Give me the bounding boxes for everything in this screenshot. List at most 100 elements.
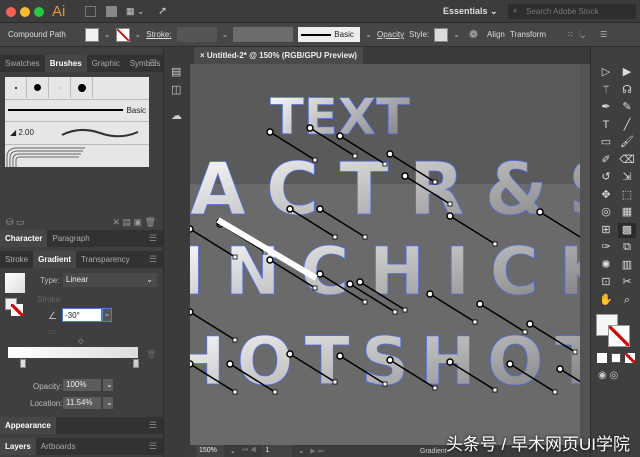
gradient-end-handle[interactable] bbox=[312, 157, 318, 163]
gradient-origin-handle[interactable] bbox=[446, 212, 454, 220]
gradient-origin-handle[interactable] bbox=[506, 360, 514, 368]
chevron-down-icon[interactable]: ⌄ bbox=[365, 30, 372, 39]
direct-selection-tool[interactable]: ▷ bbox=[597, 65, 615, 80]
free-transform-tool[interactable]: ⬚ bbox=[618, 188, 636, 203]
gradient-end-handle[interactable] bbox=[232, 254, 238, 260]
rectangle-tool[interactable]: ▭ bbox=[597, 135, 615, 150]
gradient-origin-handle[interactable] bbox=[356, 278, 364, 286]
gradient-origin-handle[interactable] bbox=[286, 350, 294, 358]
location-input[interactable]: 11.54% bbox=[63, 397, 101, 409]
gradient-origin-handle[interactable] bbox=[190, 308, 194, 316]
tab-layers[interactable]: Layers bbox=[0, 438, 36, 455]
stroke-label[interactable]: Stroke: bbox=[146, 30, 171, 39]
gradient-origin-handle[interactable] bbox=[316, 270, 324, 278]
angle-dropdown[interactable]: ⌄ bbox=[102, 308, 112, 322]
stock-search-input[interactable]: ⌕ Search Adobe Stock bbox=[508, 4, 636, 19]
gradient-end-handle[interactable] bbox=[232, 337, 238, 343]
chevron-down-icon[interactable]: ⌄ bbox=[135, 30, 142, 39]
gradient-type-select[interactable]: Linear ⌄ bbox=[63, 273, 157, 287]
location-dropdown[interactable]: ⌄ bbox=[103, 397, 113, 409]
gradient-origin-handle[interactable] bbox=[190, 360, 194, 368]
opacity-link[interactable]: Opacity bbox=[377, 30, 404, 39]
shaper-tool[interactable]: ✐ bbox=[597, 153, 615, 168]
gradient-origin-handle[interactable] bbox=[266, 128, 274, 136]
slice-tool[interactable]: ✂ bbox=[618, 275, 636, 290]
rotate-tool[interactable]: ↺ bbox=[597, 170, 615, 185]
stroke-weight-input[interactable] bbox=[176, 27, 217, 42]
mesh-tool[interactable]: ⊞ bbox=[597, 223, 615, 238]
artboard-tool[interactable]: ⊡ bbox=[597, 275, 615, 290]
perspective-tool[interactable]: ▦ bbox=[618, 205, 636, 220]
tab-graphic-styles[interactable]: Graphic bbox=[87, 55, 125, 72]
gradient-origin-handle[interactable] bbox=[386, 356, 394, 364]
rocket-icon[interactable]: ➚ bbox=[158, 4, 167, 17]
tab-transparency[interactable]: Transparency bbox=[76, 251, 135, 268]
artboard-next-icon[interactable]: ▶ ⏭ bbox=[310, 447, 324, 456]
artwork-word[interactable]: HOTSHOT bbox=[190, 323, 580, 401]
gradient-origin-handle[interactable] bbox=[286, 205, 294, 213]
column-graph-tool[interactable]: ▥ bbox=[618, 258, 636, 273]
gradient-origin-handle[interactable] bbox=[226, 360, 234, 368]
tab-appearance[interactable]: Appearance bbox=[0, 417, 56, 434]
panel-menu-icon[interactable]: ☰ bbox=[149, 254, 157, 265]
brush-definition[interactable]: Basic bbox=[298, 27, 361, 42]
stroke-swatch[interactable] bbox=[115, 27, 130, 42]
recolor-icon[interactable]: ❁ bbox=[469, 28, 478, 41]
variable-width-profile[interactable] bbox=[233, 27, 294, 42]
brush-libraries-icon[interactable]: ⛁ ▭ bbox=[6, 217, 25, 228]
gradient-mode-button[interactable] bbox=[611, 353, 621, 363]
tab-character[interactable]: Character bbox=[0, 230, 48, 247]
selection-tool[interactable]: ▶ bbox=[618, 65, 636, 80]
none-mode-button[interactable] bbox=[625, 353, 635, 363]
artwork-word[interactable]: INCHICK bbox=[190, 233, 580, 311]
gradient-origin-handle[interactable] bbox=[426, 290, 434, 298]
current-tool-status[interactable]: Gradient bbox=[420, 448, 447, 455]
zoom-tool[interactable]: ⌕ bbox=[618, 293, 636, 308]
maximize-button[interactable] bbox=[34, 7, 44, 17]
gradient-stop-right[interactable] bbox=[133, 359, 139, 368]
isolate-icon[interactable]: ⁙ bbox=[567, 30, 574, 39]
document-tab[interactable]: × Untitled-2* @ 150% (RGB/GPU Preview) bbox=[194, 47, 363, 64]
gradient-end-handle[interactable] bbox=[522, 329, 528, 335]
gradient-end-handle[interactable] bbox=[382, 161, 388, 167]
panel-menu-icon[interactable]: ☰ bbox=[600, 30, 607, 39]
gradient-origin-handle[interactable] bbox=[336, 352, 344, 360]
pathfinder-icon[interactable]: ◫ bbox=[171, 83, 181, 96]
gradient-end-handle[interactable] bbox=[492, 387, 498, 393]
close-button[interactable] bbox=[6, 7, 16, 17]
gradient-end-handle[interactable] bbox=[472, 319, 478, 325]
blend-tool[interactable]: ⧉ bbox=[618, 240, 636, 255]
gradient-end-handle[interactable] bbox=[312, 285, 318, 291]
gradient-origin-handle[interactable] bbox=[401, 172, 409, 180]
lasso-tool[interactable]: ☊ bbox=[618, 83, 636, 98]
brush-art[interactable]: ◢ 2.00 bbox=[5, 121, 149, 143]
gradient-end-handle[interactable] bbox=[447, 201, 453, 207]
brush-basic[interactable]: Basic bbox=[5, 99, 149, 120]
gradient-origin-handle[interactable] bbox=[386, 150, 394, 158]
gradient-end-handle[interactable] bbox=[382, 381, 388, 387]
bridge-icon[interactable] bbox=[85, 6, 96, 17]
gradient-end-handle[interactable] bbox=[272, 389, 278, 395]
gradient-end-handle[interactable] bbox=[552, 389, 558, 395]
artboard-prev-icon[interactable]: ⏮ ◀ bbox=[242, 447, 257, 455]
gradient-stop-left[interactable] bbox=[20, 359, 26, 368]
gradient-end-handle[interactable] bbox=[362, 299, 368, 305]
chevron-down-icon[interactable]: ⌄ bbox=[453, 30, 460, 39]
gradient-end-handle[interactable] bbox=[352, 153, 358, 159]
gradient-end-handle[interactable] bbox=[392, 309, 398, 315]
gradient-end-handle[interactable] bbox=[232, 389, 238, 395]
panel-menu-icon[interactable]: ☰ bbox=[149, 58, 157, 69]
gradient-end-handle[interactable] bbox=[432, 179, 438, 185]
select-similar-icon[interactable]: ⫶⌄ bbox=[579, 30, 585, 40]
artboard-number[interactable]: 1 bbox=[262, 445, 293, 457]
graphic-style-swatch[interactable] bbox=[434, 27, 449, 42]
panel-menu-icon[interactable]: ☰ bbox=[149, 233, 157, 244]
artwork[interactable]: TEXTACTR&SINCHICKHOTSHOT bbox=[190, 64, 580, 445]
puppet-warp-tool[interactable]: ✥ bbox=[597, 188, 615, 203]
hand-tool[interactable]: ✋ bbox=[597, 293, 615, 308]
gradient-origin-handle[interactable] bbox=[346, 280, 354, 288]
chevron-down-icon[interactable]: ⌄ bbox=[298, 447, 304, 455]
gradient-end-handle[interactable] bbox=[572, 349, 578, 355]
gradient-origin-handle[interactable] bbox=[476, 300, 484, 308]
gradient-end-handle[interactable] bbox=[402, 307, 408, 313]
